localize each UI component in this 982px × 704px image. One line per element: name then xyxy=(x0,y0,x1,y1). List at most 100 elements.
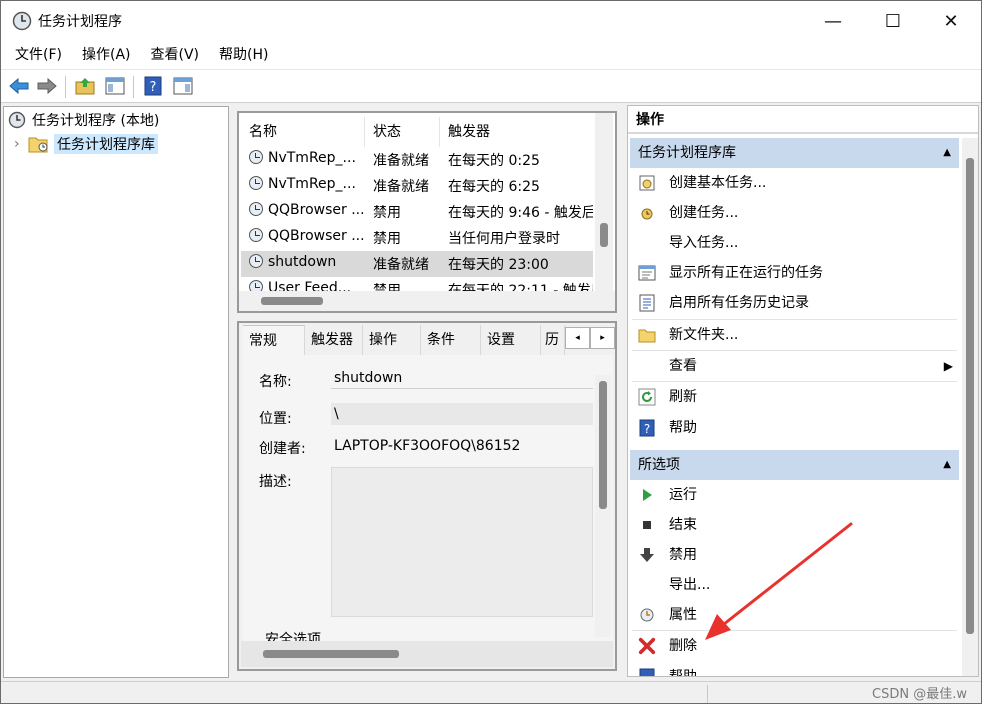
tab-triggers[interactable]: 触发器 xyxy=(305,325,363,355)
clock-icon xyxy=(249,254,263,268)
action-help-selected[interactable]: 帮助 xyxy=(630,662,959,676)
running-tasks-icon xyxy=(638,264,656,282)
actions-pane: 操作 任务计划程序库 ▲ 创建基本任务... 创建任务... 导入任务... 显… xyxy=(627,105,979,677)
tab-history[interactable]: 历 xyxy=(541,325,565,355)
table-row[interactable]: NvTmRep_... 准备就绪 在每天的 0:25 xyxy=(241,147,593,173)
details-vertical-scrollbar[interactable] xyxy=(595,375,611,637)
scroll-thumb[interactable] xyxy=(261,297,323,305)
menu-help[interactable]: 帮助(H) xyxy=(209,41,278,69)
tab-prev-button[interactable]: ◂ xyxy=(565,327,590,349)
forward-button[interactable] xyxy=(35,74,59,98)
show-hide-tree-button[interactable] xyxy=(103,74,127,98)
collapse-caret-icon[interactable]: ▲ xyxy=(943,138,951,168)
action-help[interactable]: ? 帮助 xyxy=(630,413,959,443)
tab-next-button[interactable]: ▸ xyxy=(590,327,615,349)
maximize-button[interactable]: ☐ xyxy=(863,1,923,41)
minimize-button[interactable]: — xyxy=(803,1,863,41)
action-export[interactable]: 导出... xyxy=(630,570,959,600)
action-properties[interactable]: 属性 xyxy=(630,600,959,630)
chevron-right-icon[interactable]: › xyxy=(14,136,28,152)
table-row[interactable]: QQBrowser ... 禁用 在每天的 9:46 - 触发后 xyxy=(241,199,593,225)
menu-view[interactable]: 查看(V) xyxy=(141,41,210,69)
column-header-name[interactable]: 名称 xyxy=(241,117,365,147)
help-button[interactable]: ? xyxy=(141,74,165,98)
actions-vertical-scrollbar[interactable] xyxy=(962,138,978,676)
tab-actions[interactable]: 操作 xyxy=(363,325,421,355)
stop-icon xyxy=(638,516,656,534)
action-refresh[interactable]: 刷新 xyxy=(630,382,959,412)
tab-scroll-buttons: ◂ ▸ xyxy=(565,327,615,349)
action-new-folder[interactable]: 新文件夹... xyxy=(630,320,959,350)
table-row[interactable]: NvTmRep_... 准备就绪 在每天的 6:25 xyxy=(241,173,593,199)
toolbar-separator xyxy=(133,76,134,98)
help-icon: ? xyxy=(638,419,656,437)
task-trigger: 在每天的 23:00 xyxy=(448,257,549,273)
details-horizontal-scrollbar[interactable] xyxy=(241,641,613,667)
tab-conditions[interactable]: 条件 xyxy=(421,325,481,355)
action-pane-button[interactable] xyxy=(171,74,195,98)
table-row[interactable]: User Feed... 禁用 在每天的 22:11 - 触发后 xyxy=(241,277,593,291)
table-row-selected[interactable]: shutdown 准备就绪 在每天的 23:00 xyxy=(241,251,593,277)
task-name: QQBrowser ... xyxy=(268,228,365,244)
table-row[interactable]: QQBrowser ... 禁用 当任何用户登录时 xyxy=(241,225,593,251)
back-icon xyxy=(9,78,29,94)
description-label: 描述: xyxy=(259,474,292,490)
task-trigger: 在每天的 9:46 - 触发后 xyxy=(448,205,593,221)
tree-library[interactable]: › 任务计划程序库 xyxy=(14,133,158,155)
forward-icon xyxy=(37,78,57,94)
window-title: 任务计划程序 xyxy=(38,14,122,30)
scroll-thumb[interactable] xyxy=(263,650,399,658)
menu-action[interactable]: 操作(A) xyxy=(72,41,141,69)
action-end[interactable]: 结束 xyxy=(630,510,959,540)
task-trigger: 当任何用户登录时 xyxy=(448,231,560,247)
watermark: CSDN @最佳.w xyxy=(872,687,967,702)
console-tree: 任务计划程序 (本地) › 任务计划程序库 xyxy=(3,106,229,678)
close-button[interactable]: ✕ xyxy=(921,1,981,41)
scroll-thumb[interactable] xyxy=(599,381,607,509)
action-enable-history[interactable]: 启用所有任务历史记录 xyxy=(630,288,959,318)
name-field[interactable]: shutdown xyxy=(331,367,593,389)
action-run[interactable]: 运行 xyxy=(630,480,959,510)
status-bar xyxy=(1,681,981,703)
toolbar: ? xyxy=(1,69,981,103)
action-view[interactable]: 查看 ▶ xyxy=(630,351,959,381)
task-list: 名称 状态 触发器 NvTmRep_... 准备就绪 在每天的 0:25 NvT… xyxy=(237,111,617,313)
title-bar: 任务计划程序 — ☐ ✕ xyxy=(1,1,981,41)
clock-icon xyxy=(249,202,263,216)
action-create-basic-task[interactable]: 创建基本任务... xyxy=(630,168,959,198)
column-header-status[interactable]: 状态 xyxy=(365,117,440,147)
task-status: 准备就绪 xyxy=(373,153,429,169)
actions-header: 操作 xyxy=(628,106,978,134)
action-create-task[interactable]: 创建任务... xyxy=(630,198,959,228)
task-list-vertical-scrollbar[interactable] xyxy=(595,113,613,291)
action-pane-icon xyxy=(173,77,193,95)
menu-bar: 文件(F) 操作(A) 查看(V) 帮助(H) xyxy=(1,41,981,69)
action-disable[interactable]: 禁用 xyxy=(630,540,959,570)
action-import-task[interactable]: 导入任务... xyxy=(630,228,959,258)
calendar-wizard-icon xyxy=(638,174,656,192)
tab-general[interactable]: 常规 xyxy=(243,325,305,355)
menu-file[interactable]: 文件(F) xyxy=(5,41,72,69)
location-field: \ xyxy=(331,403,593,425)
task-details-pane: 常规 触发器 操作 条件 设置 历 ◂ ▸ 名称: shutdown 位置: \… xyxy=(237,321,617,671)
section-selected-item-label: 所选项 xyxy=(638,457,680,473)
clock-icon xyxy=(12,11,32,31)
tree-root[interactable]: 任务计划程序 (本地) xyxy=(8,109,159,131)
action-show-running-tasks[interactable]: 显示所有正在运行的任务 xyxy=(630,258,959,288)
up-folder-button[interactable] xyxy=(73,74,97,98)
task-list-horizontal-scrollbar[interactable] xyxy=(239,291,615,311)
collapse-caret-icon[interactable]: ▲ xyxy=(943,450,951,480)
section-task-library[interactable]: 任务计划程序库 ▲ xyxy=(630,138,959,168)
scroll-thumb[interactable] xyxy=(966,158,974,634)
task-name: QQBrowser ... xyxy=(268,202,365,218)
description-field[interactable] xyxy=(331,467,593,617)
scroll-thumb[interactable] xyxy=(600,223,608,247)
back-button[interactable] xyxy=(7,74,31,98)
tab-settings[interactable]: 设置 xyxy=(481,325,541,355)
action-delete[interactable]: 删除 xyxy=(630,631,959,661)
section-task-library-label: 任务计划程序库 xyxy=(638,145,736,161)
task-scheduler-window: 任务计划程序 — ☐ ✕ 文件(F) 操作(A) 查看(V) 帮助(H) ? 任… xyxy=(0,0,982,704)
column-header-trigger[interactable]: 触发器 xyxy=(440,117,593,147)
toolbar-separator xyxy=(65,76,66,98)
section-selected-item[interactable]: 所选项 ▲ xyxy=(630,450,959,480)
